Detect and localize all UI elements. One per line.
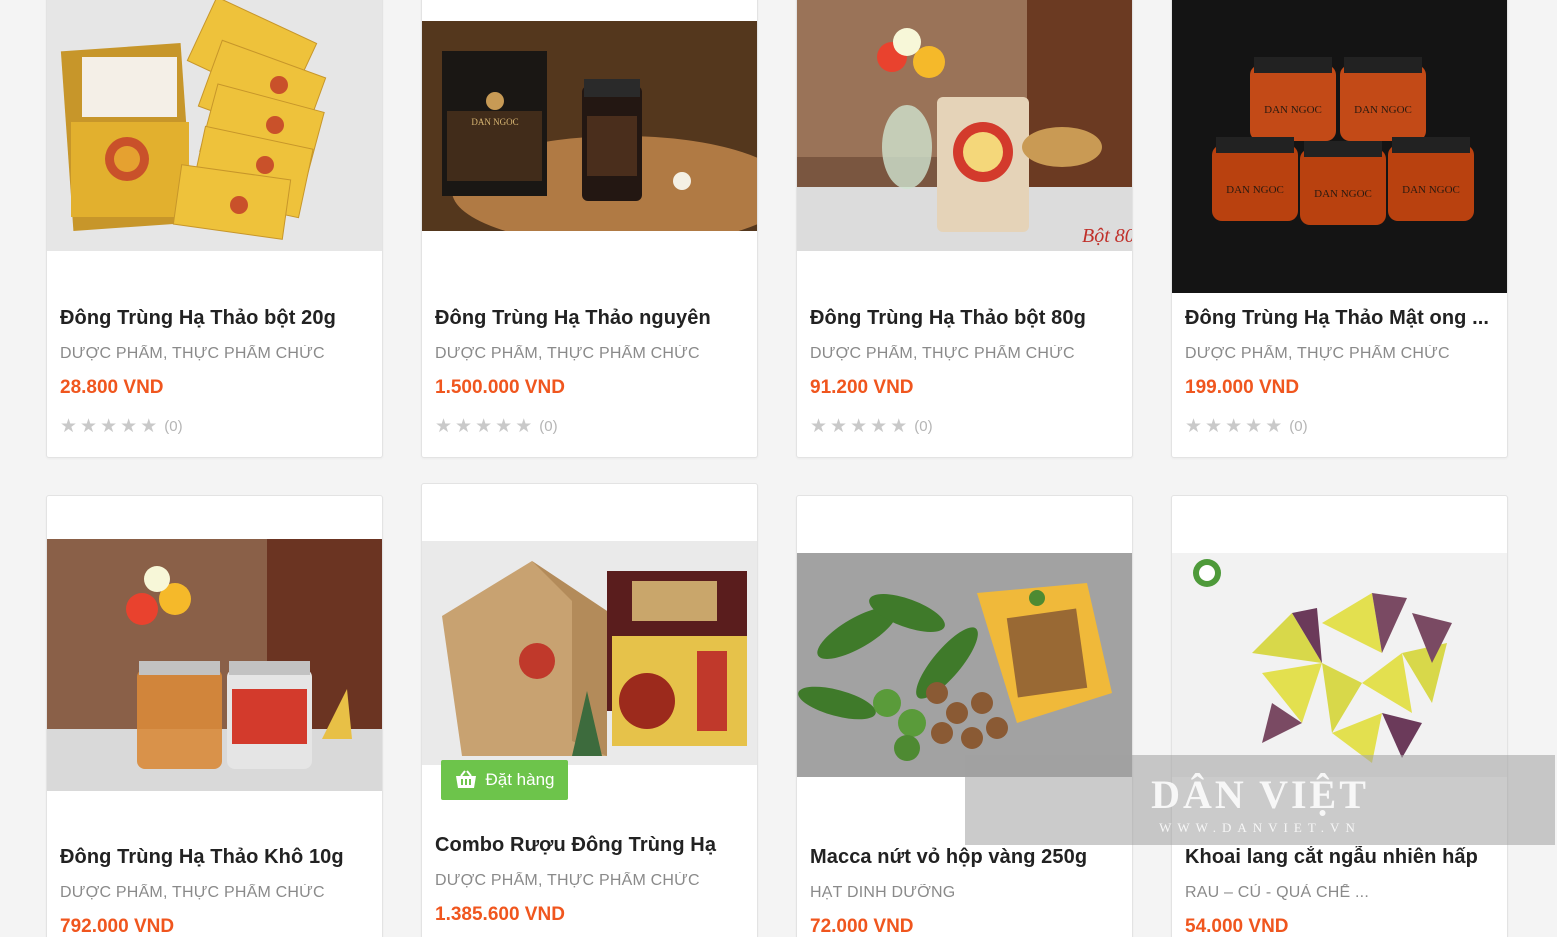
star-icon: ★ bbox=[1225, 416, 1243, 437]
product-card[interactable]: Khoai lang cắt ngẫu nhiên hấp RAU – CỦ -… bbox=[1171, 495, 1508, 937]
product-category[interactable]: DƯỢC PHẨM, THỰC PHẨM CHỨC bbox=[60, 345, 372, 363]
star-icon: ★ bbox=[1245, 416, 1263, 437]
product-card[interactable]: Bột 80g Đông Trùng Hạ Thảo bột 80g DƯỢC … bbox=[796, 0, 1133, 458]
product-card[interactable]: DAN NGOC Đông Trùng Hạ Thảo nguyên DƯỢC … bbox=[421, 0, 758, 458]
product-category[interactable]: RAU – CỦ - QUẢ CHẾ ... bbox=[1185, 884, 1497, 902]
product-price: 91.200 VND bbox=[810, 377, 914, 398]
product-price: 72.000 VND bbox=[810, 916, 914, 937]
product-image[interactable] bbox=[1172, 553, 1507, 777]
rating-count: (0) bbox=[914, 418, 933, 435]
product-card[interactable]: Đặt hàng Combo Rượu Đông Trùng Hạ DƯỢC P… bbox=[421, 483, 758, 937]
product-rating: ★ ★ ★ ★ ★ (0) bbox=[1185, 417, 1497, 436]
product-card[interactable]: Đông Trùng Hạ Thảo bột 20g DƯỢC PHẨM, TH… bbox=[46, 0, 383, 458]
brand-label: DAN NGOC bbox=[471, 117, 518, 127]
star-icon: ★ bbox=[850, 416, 868, 437]
star-icon: ★ bbox=[1265, 416, 1283, 437]
product-rating: ★ ★ ★ ★ ★ (0) bbox=[60, 417, 372, 436]
star-icon: ★ bbox=[455, 416, 473, 437]
product-title[interactable]: Đông Trùng Hạ Thảo Khô 10g bbox=[60, 846, 372, 869]
brand-label: DAN NGOC bbox=[1226, 184, 1284, 196]
product-title[interactable]: Đông Trùng Hạ Thảo Mật ong ... bbox=[1185, 307, 1497, 330]
product-title[interactable]: Combo Rượu Đông Trùng Hạ bbox=[435, 834, 747, 857]
star-icon: ★ bbox=[1185, 416, 1203, 437]
star-icon: ★ bbox=[890, 416, 908, 437]
star-icon: ★ bbox=[475, 416, 493, 437]
product-category[interactable]: DƯỢC PHẨM, THỰC PHẨM CHỨC bbox=[435, 872, 747, 890]
order-button-label: Đặt hàng bbox=[485, 770, 555, 789]
product-price: 1.500.000 VND bbox=[435, 377, 565, 398]
product-price: 792.000 VND bbox=[60, 916, 175, 937]
star-icon: ★ bbox=[495, 416, 513, 437]
star-icon: ★ bbox=[80, 416, 98, 437]
watermark: DÂN VIỆT WWW.DANVIET.VN bbox=[965, 755, 1555, 845]
brand-label: DAN NGOC bbox=[1402, 184, 1460, 196]
product-title[interactable]: Đông Trùng Hạ Thảo bột 20g bbox=[60, 307, 372, 330]
product-image[interactable]: DAN NGOC DAN NGOC DAN NGOC DAN NGOC DAN … bbox=[1172, 0, 1507, 293]
product-price: 54.000 VND bbox=[1185, 916, 1289, 937]
product-price: 1.385.600 VND bbox=[435, 904, 565, 925]
product-card[interactable]: Đông Trùng Hạ Thảo Khô 10g DƯỢC PHẨM, TH… bbox=[46, 495, 383, 937]
product-rating: ★ ★ ★ ★ ★ (0) bbox=[435, 417, 747, 436]
rating-count: (0) bbox=[539, 418, 558, 435]
star-icon: ★ bbox=[140, 416, 158, 437]
brand-label: DAN NGOC bbox=[1354, 104, 1412, 116]
product-category[interactable]: DƯỢC PHẨM, THỰC PHẨM CHỨC bbox=[810, 345, 1122, 363]
rating-count: (0) bbox=[1289, 418, 1308, 435]
product-category[interactable]: DƯỢC PHẨM, THỰC PHẨM CHỨC bbox=[435, 345, 747, 363]
product-category[interactable]: HẠT DINH DƯỠNG bbox=[810, 884, 1122, 902]
product-rating: ★ ★ ★ ★ ★ (0) bbox=[810, 417, 1122, 436]
product-category[interactable]: DƯỢC PHẨM, THỰC PHẨM CHỨC bbox=[60, 884, 372, 902]
star-icon: ★ bbox=[1205, 416, 1223, 437]
order-button[interactable]: Đặt hàng bbox=[441, 760, 568, 800]
product-image[interactable] bbox=[422, 541, 757, 765]
product-price: 199.000 VND bbox=[1185, 377, 1300, 398]
star-icon: ★ bbox=[100, 416, 118, 437]
product-card[interactable]: Macca nứt vỏ hộp vàng 250g HẠT DINH DƯỠN… bbox=[796, 495, 1133, 937]
product-image[interactable] bbox=[47, 0, 382, 251]
star-icon: ★ bbox=[830, 416, 848, 437]
product-image[interactable]: Bột 80g bbox=[797, 0, 1132, 251]
product-image[interactable] bbox=[797, 553, 1132, 777]
watermark-logo: DÂN VIỆT bbox=[1151, 772, 1369, 817]
product-image[interactable] bbox=[47, 539, 382, 791]
star-icon: ★ bbox=[435, 416, 453, 437]
star-icon: ★ bbox=[60, 416, 78, 437]
star-icon: ★ bbox=[870, 416, 888, 437]
product-title[interactable]: Khoai lang cắt ngẫu nhiên hấp bbox=[1185, 846, 1497, 869]
product-card[interactable]: DAN NGOC DAN NGOC DAN NGOC DAN NGOC DAN … bbox=[1171, 0, 1508, 458]
product-title[interactable]: Macca nứt vỏ hộp vàng 250g bbox=[810, 846, 1122, 869]
product-price: 28.800 VND bbox=[60, 377, 164, 398]
star-icon: ★ bbox=[810, 416, 828, 437]
image-caption: Bột 80g bbox=[1082, 225, 1132, 247]
product-title[interactable]: Đông Trùng Hạ Thảo bột 80g bbox=[810, 307, 1122, 330]
product-image[interactable]: DAN NGOC bbox=[422, 21, 757, 231]
product-category[interactable]: DƯỢC PHẨM, THỰC PHẨM CHỨC bbox=[1185, 345, 1497, 363]
product-title[interactable]: Đông Trùng Hạ Thảo nguyên bbox=[435, 307, 747, 330]
rating-count: (0) bbox=[164, 418, 183, 435]
brand-label: DAN NGOC bbox=[1314, 188, 1372, 200]
watermark-url: WWW.DANVIET.VN bbox=[1159, 820, 1361, 835]
star-icon: ★ bbox=[120, 416, 138, 437]
star-icon: ★ bbox=[515, 416, 533, 437]
cart-icon bbox=[455, 770, 476, 788]
brand-label: DAN NGOC bbox=[1264, 104, 1322, 116]
